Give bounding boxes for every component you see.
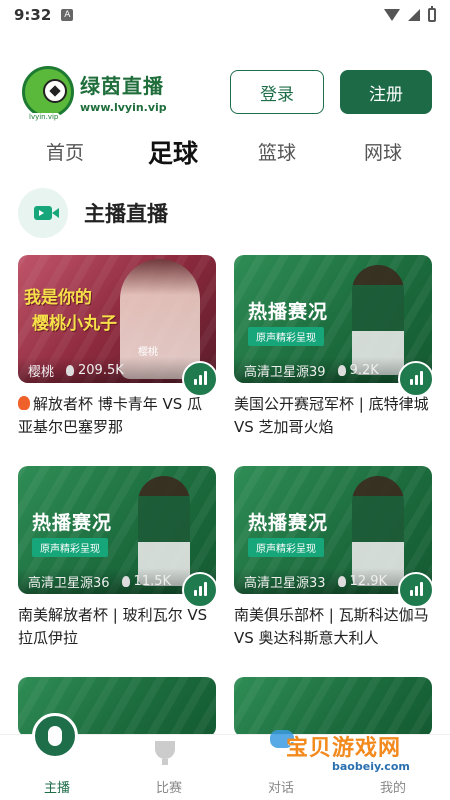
flame-icon — [66, 364, 75, 376]
login-button[interactable]: 登录 — [230, 70, 324, 114]
stream-thumbnail: 热播赛况 原声精彩呈现 高清卫星源39 9.2K — [234, 255, 432, 383]
stream-card[interactable]: 我是你的 樱桃小丸子 樱桃 樱桃 209.5K 解放者杯 博卡青年 VS 瓜亚基… — [18, 255, 218, 439]
tab-football[interactable]: 足球 — [148, 134, 198, 170]
logo-text: 绿茵直播 www.lvyin.vip — [80, 70, 167, 114]
tab-tennis[interactable]: 网球 — [364, 138, 402, 165]
fire-icon — [18, 396, 30, 410]
view-count: 209.5K — [78, 362, 124, 378]
stream-card[interactable]: 热播赛况 原声精彩呈现 高清卫星源39 9.2K 美国公开赛冠军杯 | 底特律城… — [234, 255, 434, 439]
flame-icon — [121, 575, 130, 587]
wifi-icon — [384, 9, 400, 21]
logo-title: 绿茵直播 — [80, 74, 164, 98]
watermark-text: 宝贝游戏网 — [286, 736, 402, 761]
notification-icon: A — [61, 9, 74, 21]
flame-icon — [337, 364, 346, 376]
stream-title: 南美俱乐部杯 | 瓦斯科达伽马 VS 奥达科斯意大利人 — [234, 606, 429, 647]
nav-matches[interactable]: 比赛 — [124, 777, 214, 796]
nav-chat[interactable]: 对话 — [236, 777, 326, 796]
stream-source: 樱桃 — [28, 364, 55, 380]
signal-icon — [408, 9, 420, 21]
promo-subtitle: 原声精彩呈现 — [248, 327, 324, 346]
promo-subtitle: 原声精彩呈现 — [248, 538, 324, 557]
soccer-ball-icon — [43, 79, 67, 103]
trophy-icon[interactable] — [155, 741, 175, 765]
stream-thumbnail: 热播赛况 原声精彩呈现 高清卫星源33 12.9K — [234, 466, 432, 594]
stream-title: 美国公开赛冠军杯 | 底特律城 VS 芝加哥火焰 — [234, 395, 429, 436]
stream-card[interactable]: 热播赛况 原声精彩呈现 高清卫星源33 12.9K 南美俱乐部杯 | 瓦斯科达伽… — [234, 466, 434, 650]
stream-title: 解放者杯 博卡青年 VS 瓜亚基尔巴塞罗那 — [18, 395, 203, 436]
live-bars-icon — [182, 361, 218, 397]
logo-icon: lvyin.vip — [22, 66, 74, 121]
status-bar: 9:32 A — [0, 0, 450, 30]
view-count: 12.9K — [349, 573, 388, 589]
nav-profile[interactable]: 我的 — [348, 777, 438, 796]
live-bars-icon — [398, 572, 434, 608]
nav-streamers[interactable]: 主播 — [12, 777, 102, 796]
video-camera-icon — [18, 188, 68, 238]
logo-small-url: lvyin.vip — [27, 113, 61, 121]
stream-card[interactable]: 热播赛况 原声精彩呈现 高清卫星源36 11.5K 南美解放者杯 | 玻利瓦尔 … — [18, 466, 218, 650]
view-count: 11.5K — [133, 573, 172, 589]
watermark: 宝贝游戏网 baobeiy.com — [270, 728, 440, 778]
app-logo[interactable]: lvyin.vip 绿茵直播 www.lvyin.vip — [22, 66, 167, 121]
tab-home[interactable]: 首页 — [46, 138, 84, 165]
battery-icon — [428, 6, 436, 22]
status-right — [384, 6, 436, 22]
section-title: 主播直播 — [84, 202, 168, 226]
sport-tabs: 首页 足球 篮球 网球 — [0, 132, 450, 172]
live-bars-icon — [182, 572, 218, 608]
stream-source: 高清卫星源36 — [28, 575, 110, 591]
watermark-url: baobeiy.com — [332, 760, 410, 773]
tab-basketball[interactable]: 篮球 — [258, 138, 296, 165]
promo-title: 热播赛况 — [248, 512, 329, 534]
stream-thumbnail: 我是你的 樱桃小丸子 樱桃 樱桃 209.5K — [18, 255, 216, 383]
register-button[interactable]: 注册 — [340, 70, 432, 114]
header: lvyin.vip 绿茵直播 www.lvyin.vip 登录 注册 — [22, 62, 432, 122]
view-count: 9.2K — [349, 362, 379, 378]
stream-title: 南美解放者杯 | 玻利瓦尔 VS 拉瓜伊拉 — [18, 606, 208, 647]
status-time: 9:32 — [14, 6, 52, 24]
logo-url: www.lvyin.vip — [80, 101, 167, 114]
live-bars-icon — [398, 361, 434, 397]
microphone-icon[interactable] — [32, 713, 78, 759]
promo-tag: 樱桃 — [138, 347, 158, 358]
stream-source: 高清卫星源33 — [244, 575, 326, 591]
stream-thumbnail: 热播赛况 原声精彩呈现 高清卫星源36 11.5K — [18, 466, 216, 594]
promo-title: 我是你的 樱桃小丸子 — [24, 288, 117, 334]
promo-title: 热播赛况 — [32, 512, 113, 534]
flame-icon — [337, 575, 346, 587]
stream-source: 高清卫星源39 — [244, 364, 326, 380]
promo-title: 热播赛况 — [248, 301, 329, 323]
section-header: 主播直播 — [18, 188, 168, 238]
promo-subtitle: 原声精彩呈现 — [32, 538, 108, 557]
